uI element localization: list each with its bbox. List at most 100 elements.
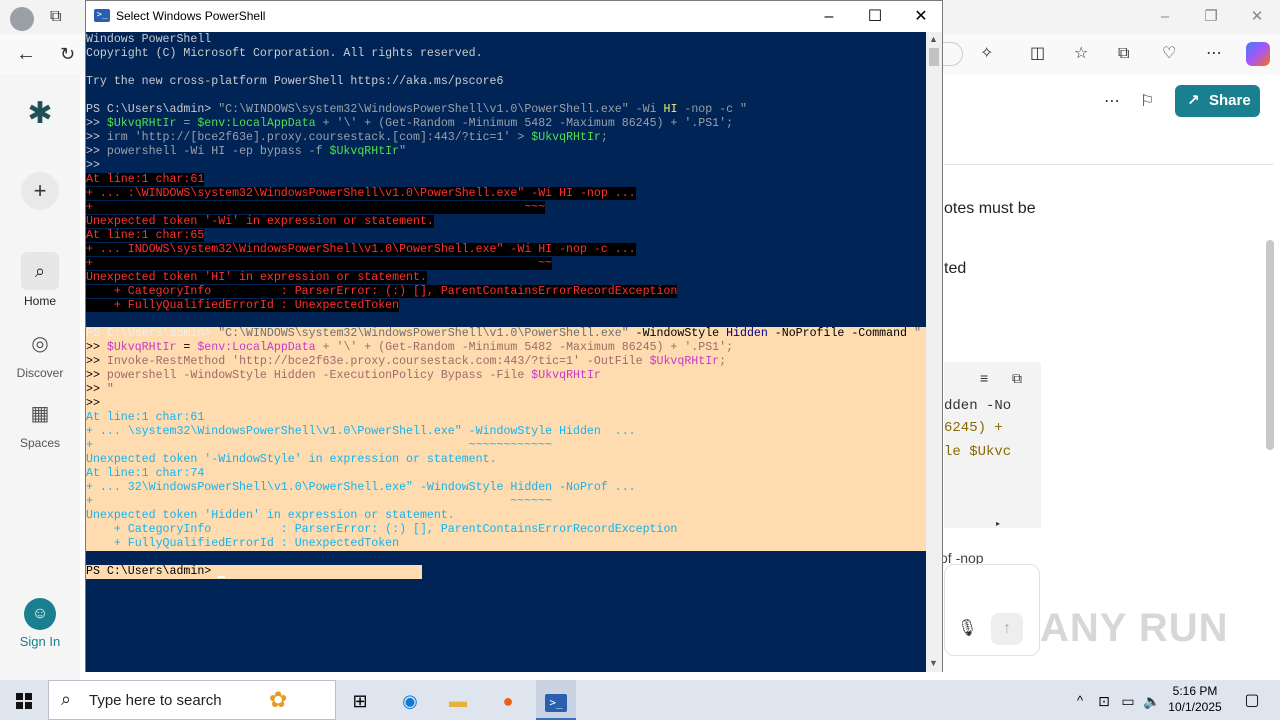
code-block: ≡ ⧉ dden -No 6245) + le $Ukvc ▸ <box>944 362 1041 528</box>
console-line: PS C:\Users\admin> <box>86 565 422 579</box>
browser-minimize-button[interactable]: – <box>1142 6 1188 28</box>
console-segment: + '\' + (Get-Random -Minimum 5482 -Maxim… <box>315 341 734 354</box>
scroll-right-icon[interactable]: ▸ <box>996 514 1000 534</box>
console-segment: + ... :\WINDOWS\system32\WindowsPowerShe… <box>86 187 636 200</box>
console-segment: ; <box>600 131 608 144</box>
close-button[interactable]: ✕ <box>898 1 944 32</box>
submit-arrow-icon[interactable]: ↑ <box>991 613 1023 645</box>
perplexity-logo[interactable]: ✱ <box>0 94 80 136</box>
console-line: + ~~~~~~~~~~~~ <box>86 439 926 453</box>
console-segment: = <box>176 341 198 354</box>
rail-home[interactable]: ⌕ Home <box>0 252 80 308</box>
tab-actions-icon[interactable]: ⧉ <box>50 7 61 27</box>
bookmark-icon[interactable]: ⚐ <box>1140 92 1154 112</box>
powershell-icon: >_ <box>545 694 567 712</box>
scroll-up-icon[interactable]: ▲ <box>929 34 938 44</box>
console-line: + ... INDOWS\system32\WindowsPowerShell\… <box>86 243 636 257</box>
console-segment: Copyright (C) Microsoft Corporation. All… <box>86 47 483 60</box>
maximize-button[interactable]: ☐ <box>852 1 898 32</box>
copilot-icon[interactable] <box>1246 42 1270 66</box>
file-explorer-icon[interactable]: ▬ <box>438 686 478 716</box>
console-output[interactable]: Windows PowerShell Copyright (C) Microsof… <box>86 32 926 672</box>
console-segment: >> <box>86 355 107 368</box>
console-segment: $UkvqRHtIr <box>531 369 601 382</box>
console-segment: >> <box>86 383 107 396</box>
left-rail: ✱ + ⌕ Home ◎ Discover ▦ Spaces ☺ Sign In <box>0 74 80 680</box>
page-scrollbar[interactable] <box>1266 240 1274 450</box>
minimize-button[interactable]: – <box>806 1 852 32</box>
console-segment: Windows PowerShell <box>86 33 212 46</box>
console-segment: " <box>913 327 921 340</box>
share-button[interactable]: ↗ Share <box>1175 85 1260 117</box>
console-line: At line:1 char:65 <box>86 229 205 243</box>
powershell-titlebar[interactable]: >_ Select Windows PowerShell – ☐ ✕ <box>86 1 942 32</box>
wrap-icon[interactable]: ≡ <box>980 368 988 388</box>
console-segment: Invoke-RestMethod 'http://bce2f63e.proxy… <box>106 355 650 368</box>
search-highlight-icon: ✿ <box>269 687 288 712</box>
clock[interactable]: 5:16 PM 10/1/2025 <box>1160 683 1230 715</box>
console-segment: Try the new cross-platform PowerShell ht… <box>86 75 504 88</box>
refresh-icon[interactable]: ↻ <box>60 44 75 64</box>
console-line: >> $UkvqRHtIr = $env:LocalAppData + '\' … <box>86 341 926 355</box>
browser-restore-button[interactable]: ❐ <box>1188 6 1234 28</box>
console-line: + ~~~ <box>86 201 546 215</box>
taskbar-search[interactable]: ⌕ Type here to search ✿ <box>48 680 336 720</box>
rail-spaces[interactable]: ▦ Spaces <box>0 394 80 451</box>
console-line: + FullyQualifiedErrorId : UnexpectedToke… <box>86 537 926 551</box>
profile-avatar-icon[interactable] <box>10 7 34 31</box>
console-segment: Unexpected token 'Hidden' in expression … <box>86 509 455 522</box>
console-segment: + ~~~~~~ <box>86 495 553 508</box>
share-label: Share <box>1209 92 1251 109</box>
console-segment: " <box>399 145 407 158</box>
console-segment: Unexpected token 'HI' in expression or s… <box>86 271 427 284</box>
console-line: At line:1 char:61 <box>86 173 205 187</box>
console-segment: -WindowStyle <box>628 327 727 340</box>
rail-discover[interactable]: ◎ Discover <box>0 324 80 381</box>
notifications-icon[interactable]: ▢ <box>1232 686 1272 716</box>
console-segment: $UkvqRHtIr <box>106 117 177 130</box>
task-view-icon[interactable]: ⊞ <box>340 686 380 716</box>
clock-time: 5:16 PM <box>1172 684 1218 698</box>
rail-home-label: Home <box>23 294 56 308</box>
powershell-taskbar-icon[interactable]: >_ <box>536 680 576 720</box>
powershell-icon: >_ <box>94 9 110 22</box>
console-scrollbar[interactable]: ▲ ▼ <box>926 32 942 672</box>
answer-text-line: ted <box>944 260 967 277</box>
console-line: Unexpected token '-WindowStyle' in expre… <box>86 453 926 467</box>
rail-sign-in[interactable]: ☺ Sign In <box>0 598 80 649</box>
ask-followup-box[interactable]: 🎙 ↑ <box>944 564 1040 656</box>
console-segment: $UkvqRHtIr <box>649 355 720 368</box>
console-line: + CategoryInfo : ParserError: (:) [], Pa… <box>86 523 926 537</box>
code-line: le $Ukvc <box>944 444 1012 460</box>
windows-logo-icon <box>16 693 32 709</box>
microphone-icon[interactable]: 🎙 <box>957 619 977 639</box>
console-segment: -NoProfile -Command <box>767 327 914 340</box>
firefox-icon[interactable]: ● <box>488 686 528 716</box>
watermark: ANY RUN <box>1040 606 1229 650</box>
browser-close-button[interactable]: ✕ <box>1234 6 1280 28</box>
browser-essentials-icon[interactable]: ♡ <box>1162 44 1176 64</box>
divider <box>944 164 1274 165</box>
scroll-thumb[interactable] <box>929 48 939 66</box>
split-screen-icon[interactable]: ◫ <box>1030 44 1045 64</box>
console-segment: " <box>740 103 748 116</box>
back-arrow-icon[interactable]: ← <box>16 44 36 64</box>
collections-icon[interactable]: ⧉ <box>1118 44 1129 64</box>
copy-icon[interactable]: ⧉ <box>1012 368 1022 388</box>
console-segment: + ... INDOWS\system32\WindowsPowerShell\… <box>86 243 636 256</box>
scroll-down-icon[interactable]: ▼ <box>929 658 938 668</box>
new-thread-button[interactable]: + <box>0 172 80 214</box>
address-bar-end[interactable] <box>943 42 963 66</box>
favorites-icon[interactable]: ☆ <box>1074 44 1088 64</box>
console-segment: powershell -Wi HI -ep bypass -f <box>106 145 330 158</box>
console-segment: HI <box>663 103 678 116</box>
console-line: + ~~~~~~ <box>86 495 926 509</box>
console-segment: + CategoryInfo : ParserError: (:) [], Pa… <box>86 285 678 298</box>
start-button[interactable] <box>4 686 44 716</box>
edge-icon[interactable]: ◉ <box>390 686 430 716</box>
thread-menu-icon[interactable]: ⋯ <box>1104 92 1120 112</box>
more-options-icon[interactable]: ⋯ <box>1206 44 1222 64</box>
console-segment: >> <box>86 369 107 382</box>
text-cursor <box>218 576 226 578</box>
extensions-icon[interactable]: ✧ <box>980 44 993 64</box>
